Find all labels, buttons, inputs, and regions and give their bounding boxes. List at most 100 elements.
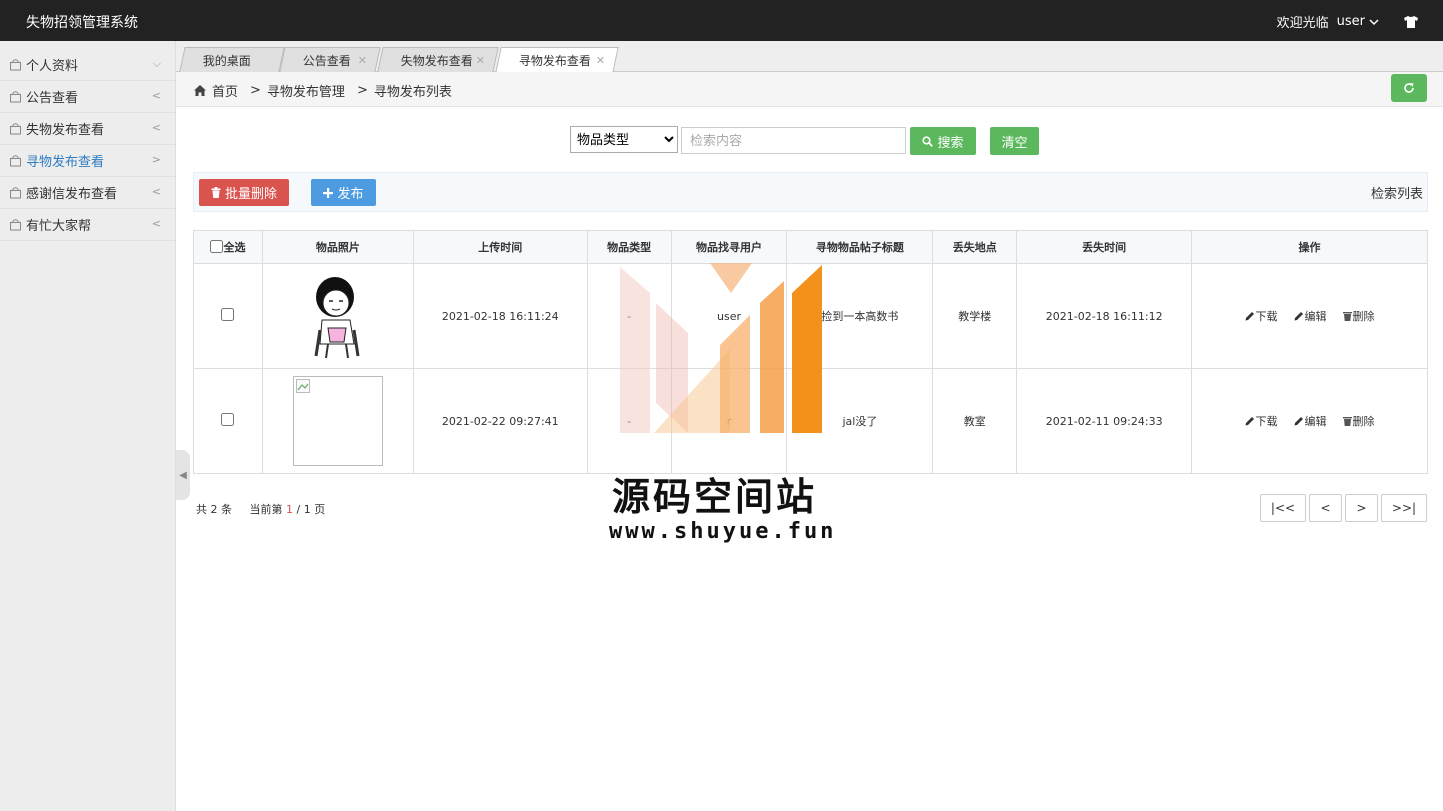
sidebar-collapse-handle[interactable]: ◀ [176, 450, 190, 500]
sidebar-item-label: 个人资料 [26, 59, 79, 74]
clear-button-label: 清空 [1001, 135, 1028, 151]
tab-notice[interactable]: 公告查看 ✕ [279, 47, 381, 72]
item-photo[interactable] [292, 376, 383, 466]
lost-place: 教学楼 [932, 263, 1018, 369]
breadcrumb-level1[interactable]: 寻物发布管理 [267, 81, 345, 100]
delete-label: 删除 [1352, 415, 1375, 428]
sidebar-item-notice[interactable]: 公告查看 < [0, 81, 175, 113]
sidebar-item-thanks-view[interactable]: 感谢信发布查看 < [0, 177, 175, 209]
upload-time: 2021-02-18 16:11:24 [412, 263, 588, 369]
pencil-icon [1245, 312, 1254, 321]
download-link[interactable]: 下载 [1245, 413, 1278, 429]
bag-icon [10, 187, 21, 199]
breadcrumb-level2: 寻物发布列表 [373, 85, 452, 100]
pencil-icon [1294, 417, 1303, 426]
breadcrumb-bar: 首页 > 寻物发布管理 > 寻物发布列表 [176, 72, 1443, 107]
download-link[interactable]: 下载 [1245, 308, 1278, 324]
lost-time: 2021-02-11 09:24:33 [1016, 368, 1193, 474]
clear-button[interactable]: 清空 [990, 127, 1039, 155]
total-prefix: 共 [196, 503, 207, 516]
column-header: 物品找寻用户 [670, 230, 788, 264]
header-right: 欢迎光临 user [1277, 12, 1419, 31]
sidebar-item-label: 寻物发布查看 [26, 155, 105, 170]
welcome-text: 欢迎光临 [1276, 16, 1329, 31]
prev-page-button[interactable]: < [1309, 494, 1342, 522]
column-header: 寻物物品帖子标题 [786, 230, 934, 264]
watermark-url: www.shuyue.fun [609, 519, 837, 544]
total-pages: 1 [303, 503, 311, 516]
lost-place: 教室 [932, 368, 1018, 474]
edit-link[interactable]: 编辑 [1294, 308, 1327, 324]
item-photo[interactable] [302, 270, 374, 360]
total-count: 2 [210, 503, 218, 516]
table-header-row: 全选 物品照片 上传时间 物品类型 物品找寻用户 寻物物品帖子标题 丢失地点 丢… [193, 230, 1428, 264]
tab-bar: 我的桌面 公告查看 ✕ 失物发布查看 ✕ 寻物发布查看 ✕ [176, 41, 1443, 73]
chevron-left-icon: < [151, 217, 161, 230]
current-prefix: 当前第 [249, 503, 283, 516]
top-header: 失物招领管理系统 欢迎光临 user [0, 0, 1443, 41]
close-icon[interactable]: ✕ [476, 54, 485, 67]
pencil-icon [1245, 417, 1254, 426]
delete-label: 删除 [1352, 310, 1375, 323]
sidebar-item-label: 感谢信发布查看 [26, 187, 118, 202]
download-label: 下载 [1255, 415, 1278, 428]
row-select-cell [193, 368, 263, 474]
publish-button[interactable]: 发布 [311, 179, 376, 206]
tab-label: 公告查看 [302, 53, 351, 68]
chevron-left-icon: ◀ [179, 469, 187, 481]
user-menu[interactable]: user [1337, 14, 1379, 29]
refresh-button[interactable] [1391, 74, 1427, 102]
edit-label: 编辑 [1304, 310, 1327, 323]
tab-desktop[interactable]: 我的桌面 [179, 47, 285, 72]
last-page-button[interactable]: >>| [1381, 494, 1427, 522]
total-suffix: 条 [221, 503, 232, 516]
close-icon[interactable]: ✕ [596, 54, 605, 67]
publish-label: 发布 [337, 187, 364, 202]
breadcrumb-separator: > [356, 83, 368, 98]
edit-link[interactable]: 编辑 [1294, 413, 1327, 429]
search-button[interactable]: 搜索 [910, 127, 976, 155]
shirt-icon[interactable] [1403, 15, 1419, 29]
tab-lost-view[interactable]: 失物发布查看 ✕ [377, 47, 499, 72]
select-all-header[interactable]: 全选 [193, 230, 263, 264]
username[interactable]: user [1337, 14, 1365, 29]
breadcrumb-home[interactable]: 首页 [212, 81, 238, 100]
batch-delete-label: 批量删除 [224, 187, 277, 202]
sidebar-item-help[interactable]: 有忙大家帮 < [0, 209, 175, 241]
delete-link[interactable]: 删除 [1342, 308, 1375, 324]
select-all-checkbox[interactable] [210, 240, 224, 253]
sidebar-item-profile[interactable]: 个人资料 ⌵ [0, 49, 175, 81]
home-icon [194, 85, 206, 96]
item-photo-cell [261, 263, 414, 369]
column-header: 物品照片 [261, 230, 414, 264]
first-page-button[interactable]: |<< [1260, 494, 1306, 522]
pages-suffix: 页 [314, 503, 326, 516]
row-checkbox[interactable] [221, 308, 235, 321]
trash-icon [1342, 312, 1352, 321]
item-type-select[interactable]: 物品类型 [570, 126, 678, 153]
column-header: 上传时间 [412, 230, 588, 264]
page-separator: / [296, 503, 301, 516]
lost-time: 2021-02-18 16:11:12 [1016, 263, 1193, 369]
trash-icon [211, 187, 221, 198]
pencil-icon [1294, 312, 1303, 321]
chevron-left-icon: < [151, 89, 161, 102]
row-select-cell [193, 263, 263, 369]
close-icon[interactable]: ✕ [358, 54, 367, 67]
action-toolbar: 检索列表 [193, 172, 1428, 212]
column-header: 物品类型 [586, 230, 672, 264]
tab-seek-view[interactable]: 寻物发布查看 ✕ [495, 47, 619, 73]
sidebar-item-lost-view[interactable]: 失物发布查看 < [0, 113, 175, 145]
sidebar-item-seek-view[interactable]: 寻物发布查看 > [0, 145, 175, 177]
batch-delete-button[interactable]: 批量删除 [199, 179, 289, 206]
row-checkbox[interactable] [221, 413, 235, 426]
app-title: 失物招领管理系统 [26, 15, 138, 31]
search-input[interactable] [681, 127, 906, 154]
breadcrumb-separator: > [250, 83, 261, 98]
next-page-button[interactable]: > [1345, 494, 1378, 522]
watermark-title: 源码空间站 [612, 475, 818, 519]
current-page: 1 [286, 503, 293, 516]
chevron-right-icon: > [151, 153, 161, 166]
delete-link[interactable]: 删除 [1342, 413, 1375, 429]
refresh-icon [1404, 83, 1414, 93]
